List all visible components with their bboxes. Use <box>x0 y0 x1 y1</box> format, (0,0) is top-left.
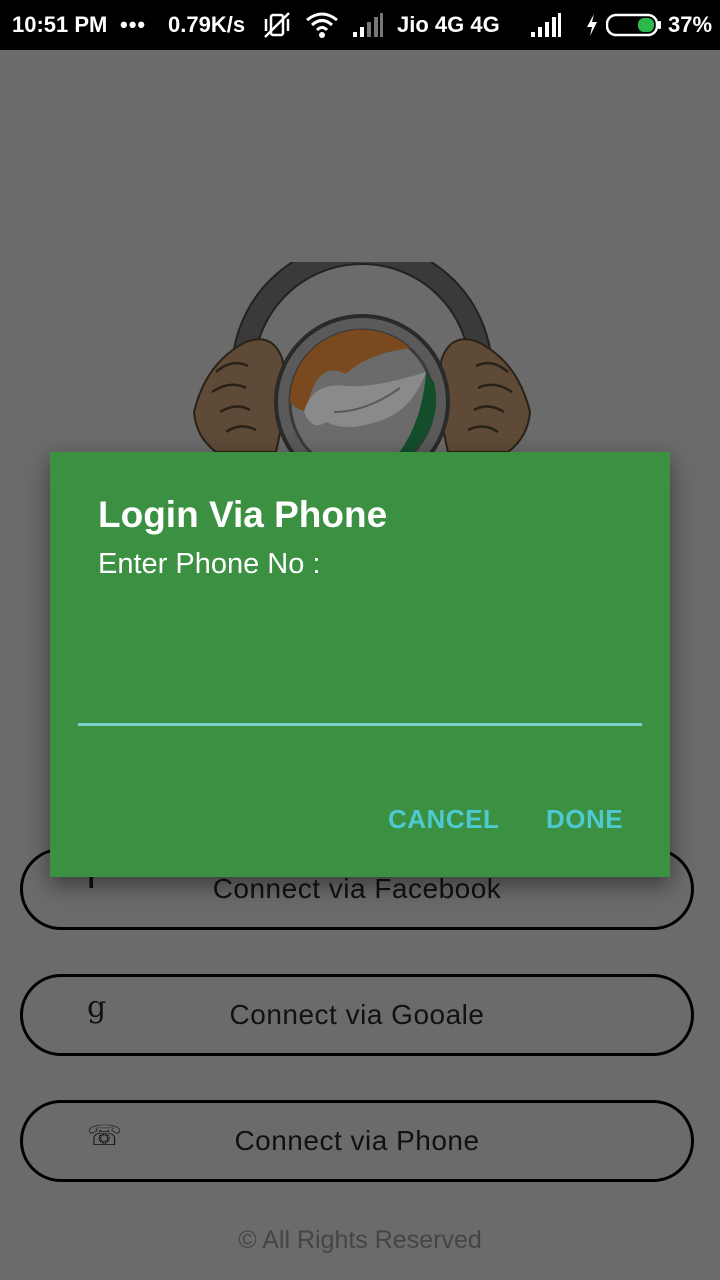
copyright-footer: © All Rights Reserved <box>238 1226 482 1254</box>
connect-phone-button[interactable]: ☏ Connect via Phone <box>20 1100 694 1182</box>
battery-icon <box>606 0 662 50</box>
status-net-speed: 0.79K/s <box>168 12 246 37</box>
connect-phone-label: Connect via Phone <box>234 1125 480 1156</box>
phone-icon: ☏ <box>87 1118 123 1152</box>
google-icon: g <box>87 989 107 1025</box>
connect-google-button[interactable]: g Connect via Gooale <box>20 974 694 1056</box>
cancel-button[interactable]: CANCEL <box>388 804 499 835</box>
login-phone-dialog: Login Via Phone Enter Phone No : CANCEL … <box>50 452 670 877</box>
connect-facebook-label: Connect via Facebook <box>212 873 502 904</box>
done-button[interactable]: DONE <box>546 804 623 835</box>
status-bar: 10:51 PM ••• 0.79K/s Jio 4G 4G 37% <box>0 0 720 50</box>
status-carrier: Jio 4G 4G <box>397 12 500 37</box>
signal-icon <box>352 0 384 50</box>
connect-google-label: Connect via Gooale <box>229 999 485 1030</box>
vibrate-off-icon <box>262 0 292 50</box>
signal-icon <box>530 0 562 50</box>
dialog-title: Login Via Phone <box>98 494 388 535</box>
charging-icon <box>585 0 601 50</box>
status-more-dots: ••• <box>120 12 147 37</box>
status-time: 10:51 PM <box>12 12 108 37</box>
phone-number-input[interactable] <box>78 682 642 726</box>
wifi-icon <box>305 0 339 50</box>
dialog-message: Enter Phone No : <box>98 548 321 580</box>
status-battery-percent: 37% <box>668 12 713 37</box>
app-logo <box>186 262 538 462</box>
